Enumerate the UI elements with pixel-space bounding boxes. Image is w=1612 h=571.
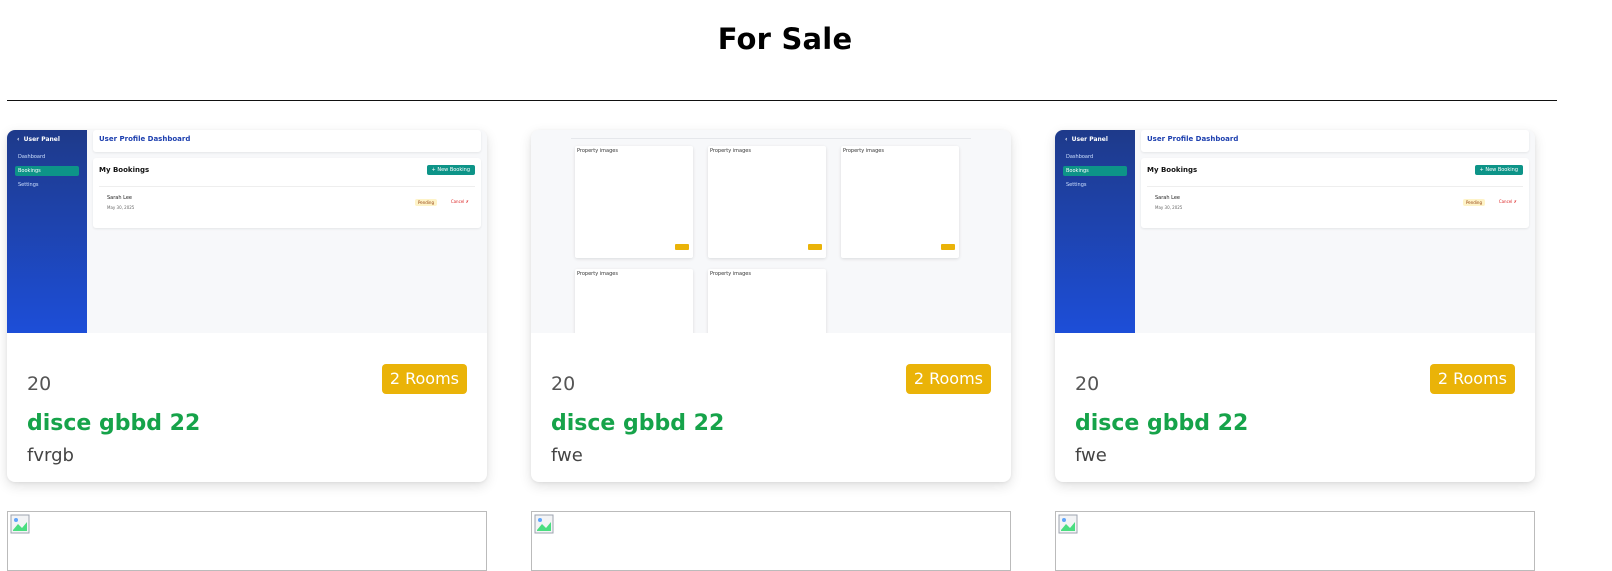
property-thumbnail: ‹ User Panel Dashboard Bookings Settings… <box>7 130 487 333</box>
rooms-badge: 2 Rooms <box>905 364 991 394</box>
thumbnail-header: User Profile Dashboard <box>99 135 191 143</box>
thumbnail-panel: My Bookings + New Booking Sarah Lee May … <box>1141 158 1529 228</box>
thumbnail-image-cell: Property images <box>575 269 693 333</box>
thumbnail-brand: ‹ User Panel <box>17 136 60 143</box>
property-price: 20 <box>1075 373 1100 395</box>
thumbnail-image-cell: Property images <box>708 269 826 333</box>
thumbnail-section-title: My Bookings <box>99 166 150 174</box>
rooms-badge: 2 Rooms <box>1429 364 1515 394</box>
property-thumbnail: Property images Property images Property… <box>531 130 1011 333</box>
thumbnail-cancel: Cancel ✗ <box>1498 199 1517 204</box>
thumbnail-status-badge: Pending <box>415 199 437 206</box>
property-description: fvrgb <box>27 445 74 466</box>
property-thumbnail: ‹ User Panel Dashboard Bookings Settings… <box>1055 130 1535 333</box>
thumbnail-header: User Profile Dashboard <box>1147 135 1239 143</box>
property-image[interactable] <box>1055 511 1535 571</box>
page-title: For Sale <box>717 22 853 56</box>
thumbnail-booking-date: May 30, 2025 <box>1155 205 1183 210</box>
property-title[interactable]: disce gbbd 22 <box>551 411 724 436</box>
property-card[interactable]: Property images Property images Property… <box>531 130 1011 482</box>
thumbnail-new-button: + New Booking <box>426 165 475 175</box>
property-price: 20 <box>551 373 576 395</box>
thumbnail-image-alt: Property images <box>577 148 618 154</box>
property-description: fwe <box>1075 445 1107 466</box>
thumbnail-nav-item: Bookings <box>1063 166 1127 176</box>
divider <box>7 100 1557 101</box>
thumbnail-booking-date: May 30, 2025 <box>107 205 135 210</box>
thumbnail-sidebar: ‹ User Panel Dashboard Bookings Settings <box>7 130 87 333</box>
thumbnail-tag <box>675 244 689 250</box>
broken-image-icon <box>1058 514 1078 538</box>
thumbnail-image-alt: Property images <box>710 271 751 277</box>
thumbnail-nav-item: Settings <box>1066 182 1087 188</box>
thumbnail-cancel: Cancel ✗ <box>450 199 469 204</box>
thumbnail-brand: ‹ User Panel <box>1065 136 1108 143</box>
thumbnail-image-cell: Property images <box>575 146 693 258</box>
property-image[interactable] <box>531 511 1011 571</box>
property-title[interactable]: disce gbbd 22 <box>1075 411 1248 436</box>
property-card[interactable]: ‹ User Panel Dashboard Bookings Settings… <box>7 130 487 482</box>
thumbnail-divider <box>571 138 971 139</box>
thumbnail-nav-item: Dashboard <box>18 154 46 160</box>
thumbnail-sidebar: ‹ User Panel Dashboard Bookings Settings <box>1055 130 1135 333</box>
thumbnail-main: User Profile Dashboard My Bookings + New… <box>87 130 487 333</box>
thumbnail-nav-item: Bookings <box>15 166 79 176</box>
thumbnail-booking-name: Sarah Lee <box>1155 195 1180 201</box>
property-title[interactable]: disce gbbd 22 <box>27 411 200 436</box>
thumbnail-tag <box>941 244 955 250</box>
property-description: fwe <box>551 445 583 466</box>
thumbnail-image-alt: Property images <box>577 271 618 277</box>
thumbnail-panel: My Bookings + New Booking Sarah Lee May … <box>93 158 481 228</box>
thumbnail-main: User Profile Dashboard My Bookings + New… <box>1135 130 1535 333</box>
rooms-badge: 2 Rooms <box>381 364 467 394</box>
property-price: 20 <box>27 373 52 395</box>
thumbnail-image-cell: Property images <box>708 146 826 258</box>
thumbnail-nav-item: Dashboard <box>1066 154 1094 160</box>
thumbnail-new-button: + New Booking <box>1474 165 1523 175</box>
thumbnail-tag <box>808 244 822 250</box>
thumbnail-status-badge: Pending <box>1463 199 1485 206</box>
broken-image-icon <box>10 514 30 538</box>
thumbnail-booking-name: Sarah Lee <box>107 195 132 201</box>
thumbnail-image-alt: Property images <box>843 148 884 154</box>
broken-image-icon <box>534 514 554 538</box>
thumbnail-image-alt: Property images <box>710 148 751 154</box>
thumbnail-nav-item: Settings <box>18 182 39 188</box>
property-card[interactable]: ‹ User Panel Dashboard Bookings Settings… <box>1055 130 1535 482</box>
thumbnail-image-cell: Property images <box>841 146 959 258</box>
property-image[interactable] <box>7 511 487 571</box>
thumbnail-section-title: My Bookings <box>1147 166 1198 174</box>
